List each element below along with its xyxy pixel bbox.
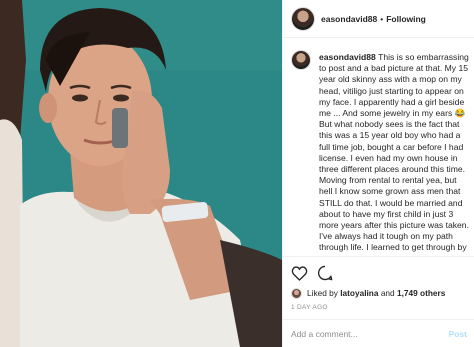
header-separator: •: [380, 13, 384, 24]
post-comment-button[interactable]: Post: [449, 329, 467, 339]
author-avatar[interactable]: [291, 6, 315, 31]
liker-avatar[interactable]: [291, 287, 302, 299]
caption-text: This is so embarrassing to post and a ba…: [319, 52, 469, 254]
caption-block: easondavid88 This is so embarrassing to …: [291, 50, 471, 254]
section-divider: [283, 256, 474, 257]
likes-connector: and: [380, 288, 395, 298]
post-timestamp[interactable]: 1 DAY AGO: [291, 304, 328, 311]
post-side-panel: easondavid88 • Following easondavid88 Th…: [282, 0, 474, 347]
likes-count-link[interactable]: 1,749 others: [397, 288, 445, 298]
post-header: easondavid88 • Following: [283, 0, 474, 38]
post-photo[interactable]: [0, 0, 282, 347]
author-username[interactable]: easondavid88: [321, 14, 377, 24]
comment-bubble-icon[interactable]: [315, 263, 335, 283]
caption-text-wrapper: easondavid88 This is so embarrassing to …: [319, 52, 471, 254]
action-bar: [289, 262, 335, 284]
photo-illustration: [0, 0, 282, 347]
comment-divider: [283, 319, 474, 320]
likes-prefix: Liked by: [307, 288, 338, 298]
liker-username[interactable]: latoyalina: [340, 288, 378, 298]
likes-row: Liked by latoyalina and 1,749 others: [291, 286, 445, 300]
caption-username[interactable]: easondavid88: [319, 52, 376, 62]
heart-icon[interactable]: [289, 263, 309, 283]
following-button[interactable]: Following: [386, 14, 426, 24]
comment-input[interactable]: Add a comment...: [291, 329, 358, 339]
caption-avatar[interactable]: [291, 50, 311, 70]
comment-box: Add a comment... Post: [291, 326, 467, 342]
